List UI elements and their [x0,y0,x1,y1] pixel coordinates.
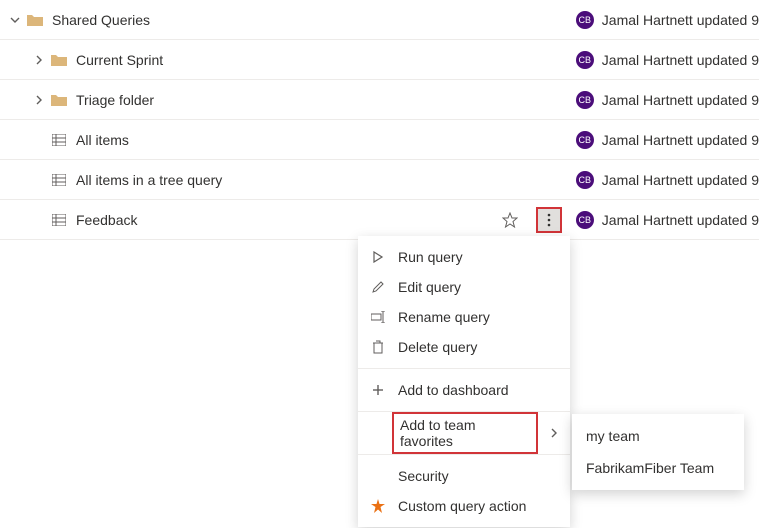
trash-icon [370,339,386,355]
modified-text: Jamal Hartnett updated 9 [602,172,759,188]
tree-row-all-items[interactable]: All items CB Jamal Hartnett updated 9 [0,120,759,160]
menu-custom-query-action[interactable]: Custom query action [358,491,570,521]
menu-run-query[interactable]: Run query [358,242,570,272]
menu-label: Security [398,468,449,484]
favorite-star-button[interactable] [500,210,520,230]
menu-label: Custom query action [398,498,526,514]
modified-text: Jamal Hartnett updated 9 [602,212,759,228]
row-label: Feedback [76,212,137,228]
tree-row-feedback[interactable]: Feedback CB Jamal Hartnett updated 9 [0,200,759,240]
submenu-my-team[interactable]: my team [572,420,744,452]
menu-add-team-favorites[interactable]: Add to team favorites [358,418,570,448]
folder-icon [50,51,68,69]
menu-label: Delete query [398,339,477,355]
menu-security[interactable]: Security [358,461,570,491]
menu-separator [358,454,570,455]
modified-text: Jamal Hartnett updated 9 [602,92,759,108]
chevron-right-icon [32,53,46,67]
folder-icon [50,91,68,109]
chevron-down-icon [8,13,22,27]
tree-row-current-sprint[interactable]: Current Sprint CB Jamal Hartnett updated… [0,40,759,80]
tree-row-triage-folder[interactable]: Triage folder CB Jamal Hartnett updated … [0,80,759,120]
modified-text: Jamal Hartnett updated 9 [602,12,759,28]
folder-icon [26,11,44,29]
chevron-right-icon [32,93,46,107]
chevron-right-icon [550,425,558,441]
avatar: CB [576,211,594,229]
menu-label: Rename query [398,309,490,325]
menu-label: Add to dashboard [398,382,509,398]
menu-label: Edit query [398,279,461,295]
star-burst-icon [370,498,386,514]
menu-separator [358,368,570,369]
row-label: Triage folder [76,92,154,108]
menu-label: Run query [398,249,463,265]
avatar: CB [576,51,594,69]
modified-text: Jamal Hartnett updated 9 [602,52,759,68]
submenu-label: my team [586,428,640,444]
avatar: CB [576,11,594,29]
row-label: All items in a tree query [76,172,222,188]
menu-add-dashboard[interactable]: Add to dashboard [358,375,570,405]
more-actions-button[interactable] [536,207,562,233]
submenu-fabrikamfiber-team[interactable]: FabrikamFiber Team [572,452,744,484]
row-label: Current Sprint [76,52,163,68]
row-label: Shared Queries [52,12,150,28]
tree-row-shared-queries[interactable]: Shared Queries CB Jamal Hartnett updated… [0,0,759,40]
pencil-icon [370,279,386,295]
query-icon [50,211,68,229]
menu-label: Add to team favorites [392,412,538,454]
rename-icon [370,309,386,325]
menu-delete-query[interactable]: Delete query [358,332,570,362]
context-menu: Run query Edit query Rename query Delete… [358,236,570,527]
team-favorites-submenu: my team FabrikamFiber Team [572,414,744,490]
query-icon [50,131,68,149]
row-label: All items [76,132,129,148]
avatar: CB [576,131,594,149]
menu-rename-query[interactable]: Rename query [358,302,570,332]
submenu-label: FabrikamFiber Team [586,460,714,476]
menu-edit-query[interactable]: Edit query [358,272,570,302]
tree-row-all-items-tree[interactable]: All items in a tree query CB Jamal Hartn… [0,160,759,200]
avatar: CB [576,91,594,109]
avatar: CB [576,171,594,189]
modified-text: Jamal Hartnett updated 9 [602,132,759,148]
plus-icon [370,382,386,398]
play-icon [370,249,386,265]
query-icon [50,171,68,189]
